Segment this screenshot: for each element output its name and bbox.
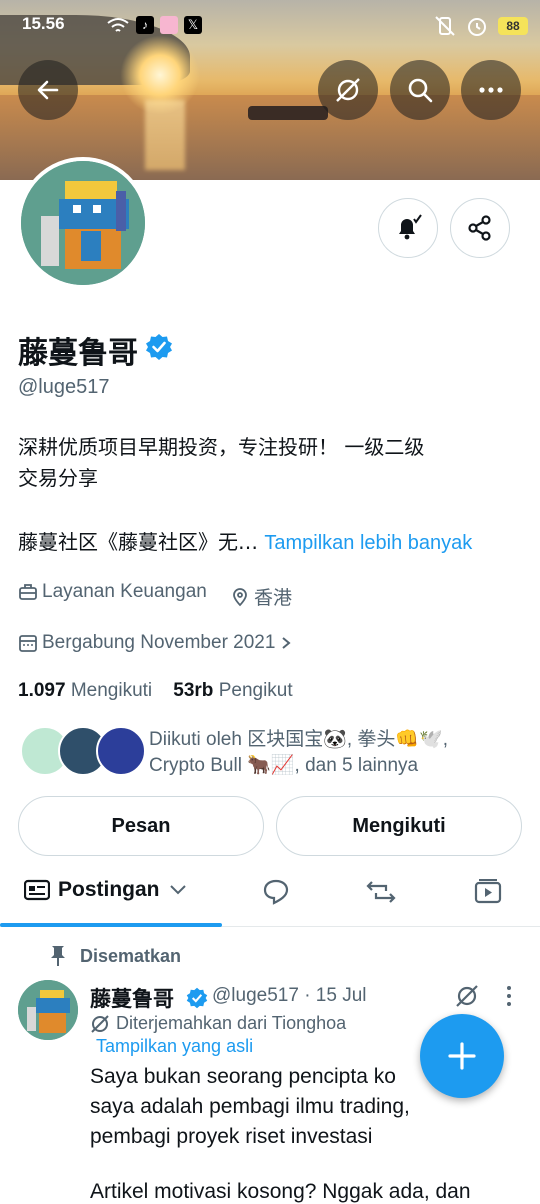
pinned-indicator: Disematkan [48, 944, 181, 968]
tab-media-icon[interactable] [474, 878, 502, 906]
battery-indicator: 88 [498, 17, 528, 35]
posts-list-icon [24, 879, 50, 901]
pixel-art-avatar [21, 161, 145, 285]
tab-reposts-icon[interactable] [366, 878, 396, 906]
share-button[interactable] [450, 198, 510, 258]
calendar-icon [19, 635, 37, 652]
x-app-icon: 𝕏 [184, 16, 202, 34]
follower-avatar-3 [96, 726, 146, 776]
chevron-right-icon [282, 637, 291, 649]
show-more-link[interactable]: Tampilkan lebih banyak [264, 532, 472, 554]
app-notification-icon [160, 16, 178, 34]
followed-by-text[interactable]: Diikuti oleh 区块国宝🐼, 拳头👊🕊️, Crypto Bull 🐂… [149, 727, 529, 779]
chevron-down-icon [169, 885, 186, 895]
followed-by-line-1: Diikuti oleh 区块国宝🐼, 拳头👊🕊️, [149, 729, 449, 750]
bio-truncated-text: 藤蔓社区《藤蔓社区》无… [18, 530, 258, 554]
post-text-line-4: Artikel motivasi kosong? Nggak ada, dan [90, 1180, 471, 1203]
post-author-avatar[interactable] [18, 980, 78, 1040]
following-button[interactable]: Mengikuti [276, 796, 522, 856]
alarm-icon [468, 18, 486, 36]
profile-bio-truncated: 藤蔓社区《藤蔓社区》无… Tampilkan lebih banyak [18, 526, 472, 555]
bio-line-1: 深耕优质项目早期投资，专注投研！ 一级二级 [18, 435, 425, 459]
tab-replies-icon[interactable] [262, 878, 290, 906]
followers-label: Pengikut [218, 680, 293, 701]
post-more-icon[interactable] [502, 985, 516, 1007]
profile-display-name: 藤蔓鲁哥 [18, 336, 138, 371]
location-pin-icon [233, 587, 247, 606]
profile-tabs: Postingan [0, 860, 540, 927]
search-icon [408, 78, 433, 103]
grok-button[interactable] [318, 60, 378, 120]
profile-location: 香港 [230, 583, 292, 610]
following-count: 1.097 [18, 680, 66, 701]
pinned-label: Disematkan [80, 945, 182, 966]
profile-avatar[interactable] [17, 157, 149, 289]
plus-icon [448, 1042, 476, 1070]
follow-stats: 1.097 Mengikuti 53rb Pengikut [18, 680, 293, 702]
post-grok-icon[interactable] [454, 983, 480, 1009]
search-button[interactable] [390, 60, 450, 120]
back-arrow-icon [37, 80, 59, 100]
translated-label: Diterjemahkan dari Tionghoa [116, 1013, 347, 1033]
message-button[interactable]: Pesan [18, 796, 264, 856]
profile-joined-date[interactable]: Bergabung November 2021 [18, 632, 293, 654]
pin-icon [51, 946, 65, 966]
mute-vibrate-icon [435, 16, 455, 36]
show-original-link[interactable]: Tampilkan yang asli [96, 1036, 253, 1057]
share-icon [468, 215, 491, 241]
briefcase-icon [19, 584, 37, 600]
following-stat[interactable]: 1.097 Mengikuti [18, 680, 152, 701]
profile-bio: 深耕优质项目早期投资，专注投研！ 一级二级 交易分享 [18, 432, 518, 494]
post-author-name[interactable]: 藤蔓鲁哥 [90, 983, 174, 1013]
status-time: 15.56 [22, 14, 65, 33]
bell-check-icon [399, 214, 422, 240]
pixel-art-avatar-small [18, 980, 78, 1040]
category-label: Layanan Keuangan [42, 581, 207, 602]
profile-handle: @luge517 [18, 376, 110, 398]
grok-icon [336, 78, 360, 102]
joined-label: Bergabung November 2021 [42, 632, 276, 653]
notification-bell-button[interactable] [378, 198, 438, 258]
compose-post-button[interactable] [420, 1014, 504, 1098]
translation-notice: Diterjemahkan dari Tionghoa [90, 1013, 346, 1034]
tab-posts-label: Postingan [58, 878, 160, 901]
more-options-button[interactable] [461, 60, 521, 120]
verified-badge-icon[interactable] [145, 333, 173, 361]
followed-by-avatars[interactable] [20, 726, 146, 776]
tiktok-icon: ♪ [136, 16, 154, 34]
tab-posts[interactable]: Postingan [24, 878, 188, 902]
active-tab-indicator [0, 923, 222, 927]
location-label: 香港 [254, 587, 293, 609]
post-text-line-3: pembagi proyek riset investasi [90, 1125, 373, 1148]
banner-reflection [145, 100, 185, 170]
post-verified-badge-icon [186, 987, 208, 1009]
status-icons-right: 88 [434, 15, 528, 37]
translate-icon [91, 1014, 109, 1033]
followed-by-line-2: Crypto Bull 🐂📈, dan 5 lainnya [149, 755, 419, 776]
status-icons-left: ♪ 𝕏 [106, 16, 202, 36]
post-author-meta: @luge517 · 15 Jul [212, 985, 367, 1006]
followers-stat[interactable]: 53rb Pengikut [173, 680, 292, 701]
wifi-icon [107, 18, 129, 32]
back-button[interactable] [18, 60, 78, 120]
banner-boat [248, 106, 328, 120]
followers-count: 53rb [173, 680, 214, 701]
more-horizontal-icon [479, 87, 503, 93]
profile-category: Layanan Keuangan [18, 581, 207, 603]
bio-line-2: 交易分享 [18, 466, 98, 490]
following-label: Mengikuti [70, 680, 153, 701]
